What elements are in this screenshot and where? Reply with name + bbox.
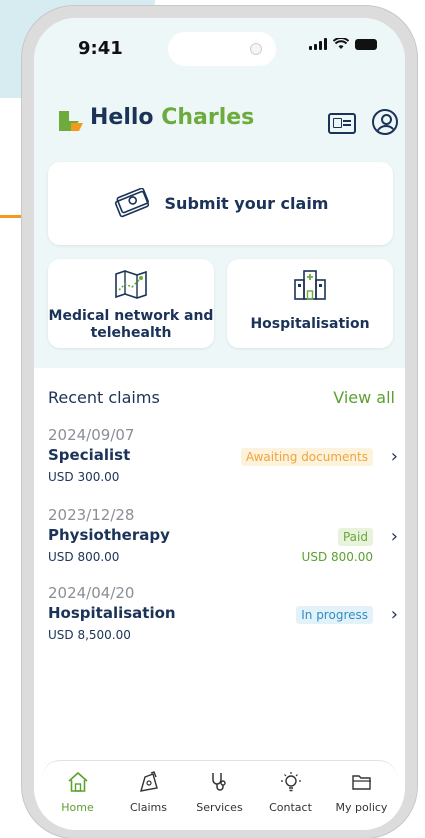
stethoscope-icon bbox=[211, 773, 226, 791]
signal-icon bbox=[309, 38, 327, 50]
submit-claim-card[interactable]: Submit your claim bbox=[48, 162, 393, 245]
folder-icon bbox=[351, 775, 371, 790]
chevron-right-icon[interactable]: › bbox=[391, 604, 398, 625]
claim-type: Hospitalisation bbox=[48, 604, 176, 622]
claim-amount: USD 800.00 bbox=[48, 550, 120, 564]
nav-label: Services bbox=[196, 801, 243, 814]
nav-services[interactable]: Services bbox=[190, 761, 250, 827]
view-all-link[interactable]: View all bbox=[333, 388, 395, 407]
nav-home[interactable]: Home bbox=[48, 761, 108, 827]
greeting: Hello Charles bbox=[90, 105, 254, 130]
status-time: 9:41 bbox=[78, 38, 123, 59]
hospitalisation-card[interactable]: Hospitalisation bbox=[227, 259, 393, 348]
money-icon bbox=[114, 187, 149, 217]
claim-date: 2023/12/28 bbox=[48, 506, 135, 524]
app-screen: 9:41 Hello Charles Submit your claim Med… bbox=[34, 18, 405, 830]
nav-label: My policy bbox=[335, 801, 388, 814]
status-icons bbox=[309, 38, 377, 50]
claim-row[interactable]: 2024/09/07 Specialist USD 300.00 Awaitin… bbox=[48, 426, 398, 496]
greeting-name: Charles bbox=[161, 105, 255, 130]
medical-network-label: Medical network and telehealth bbox=[48, 308, 214, 341]
claims-icon bbox=[139, 771, 158, 792]
hospitalisation-label: Hospitalisation bbox=[250, 316, 370, 332]
map-icon bbox=[115, 270, 147, 299]
claim-row[interactable]: 2023/12/28 Physiotherapy USD 800.00 Paid… bbox=[48, 506, 398, 576]
dynamic-island bbox=[168, 32, 276, 66]
nav-my-policy[interactable]: My policy bbox=[332, 761, 392, 827]
profile-icon[interactable] bbox=[372, 109, 398, 135]
brand-logo-icon bbox=[59, 111, 83, 131]
chevron-right-icon[interactable]: › bbox=[391, 526, 398, 547]
nav-label: Claims bbox=[130, 801, 167, 814]
status-badge: In progress bbox=[296, 606, 373, 624]
lightbulb-icon bbox=[280, 772, 301, 792]
claim-type: Specialist bbox=[48, 446, 131, 464]
status-badge: Paid bbox=[337, 528, 373, 546]
greeting-hello: Hello bbox=[90, 105, 154, 130]
status-badge: Awaiting documents bbox=[240, 448, 373, 466]
claim-amount: USD 300.00 bbox=[48, 470, 120, 484]
wifi-icon bbox=[333, 38, 349, 49]
claim-amount: USD 8,500.00 bbox=[48, 628, 131, 642]
nav-claims[interactable]: Claims bbox=[119, 761, 179, 827]
bottom-navigation: Home Claims Services Contact My policy bbox=[42, 760, 397, 827]
nav-label: Home bbox=[61, 801, 94, 814]
recent-claims-title: Recent claims bbox=[48, 388, 160, 407]
paid-amount: USD 800.00 bbox=[301, 550, 373, 564]
nav-contact[interactable]: Contact bbox=[261, 761, 321, 827]
hospital-icon bbox=[294, 270, 326, 300]
battery-icon bbox=[355, 38, 377, 50]
home-icon bbox=[67, 771, 88, 792]
claim-date: 2024/04/20 bbox=[48, 584, 135, 602]
claim-row[interactable]: 2024/04/20 Hospitalisation USD 8,500.00 … bbox=[48, 584, 398, 654]
member-card-icon[interactable] bbox=[328, 113, 356, 134]
submit-claim-label: Submit your claim bbox=[164, 194, 329, 213]
camera-dot bbox=[250, 43, 262, 55]
chevron-right-icon[interactable]: › bbox=[391, 446, 398, 467]
claim-type: Physiotherapy bbox=[48, 526, 170, 544]
nav-label: Contact bbox=[269, 801, 312, 814]
medical-network-card[interactable]: Medical network and telehealth bbox=[48, 259, 214, 348]
claim-date: 2024/09/07 bbox=[48, 426, 135, 444]
phone-frame: 9:41 Hello Charles Submit your claim Med… bbox=[22, 6, 417, 838]
